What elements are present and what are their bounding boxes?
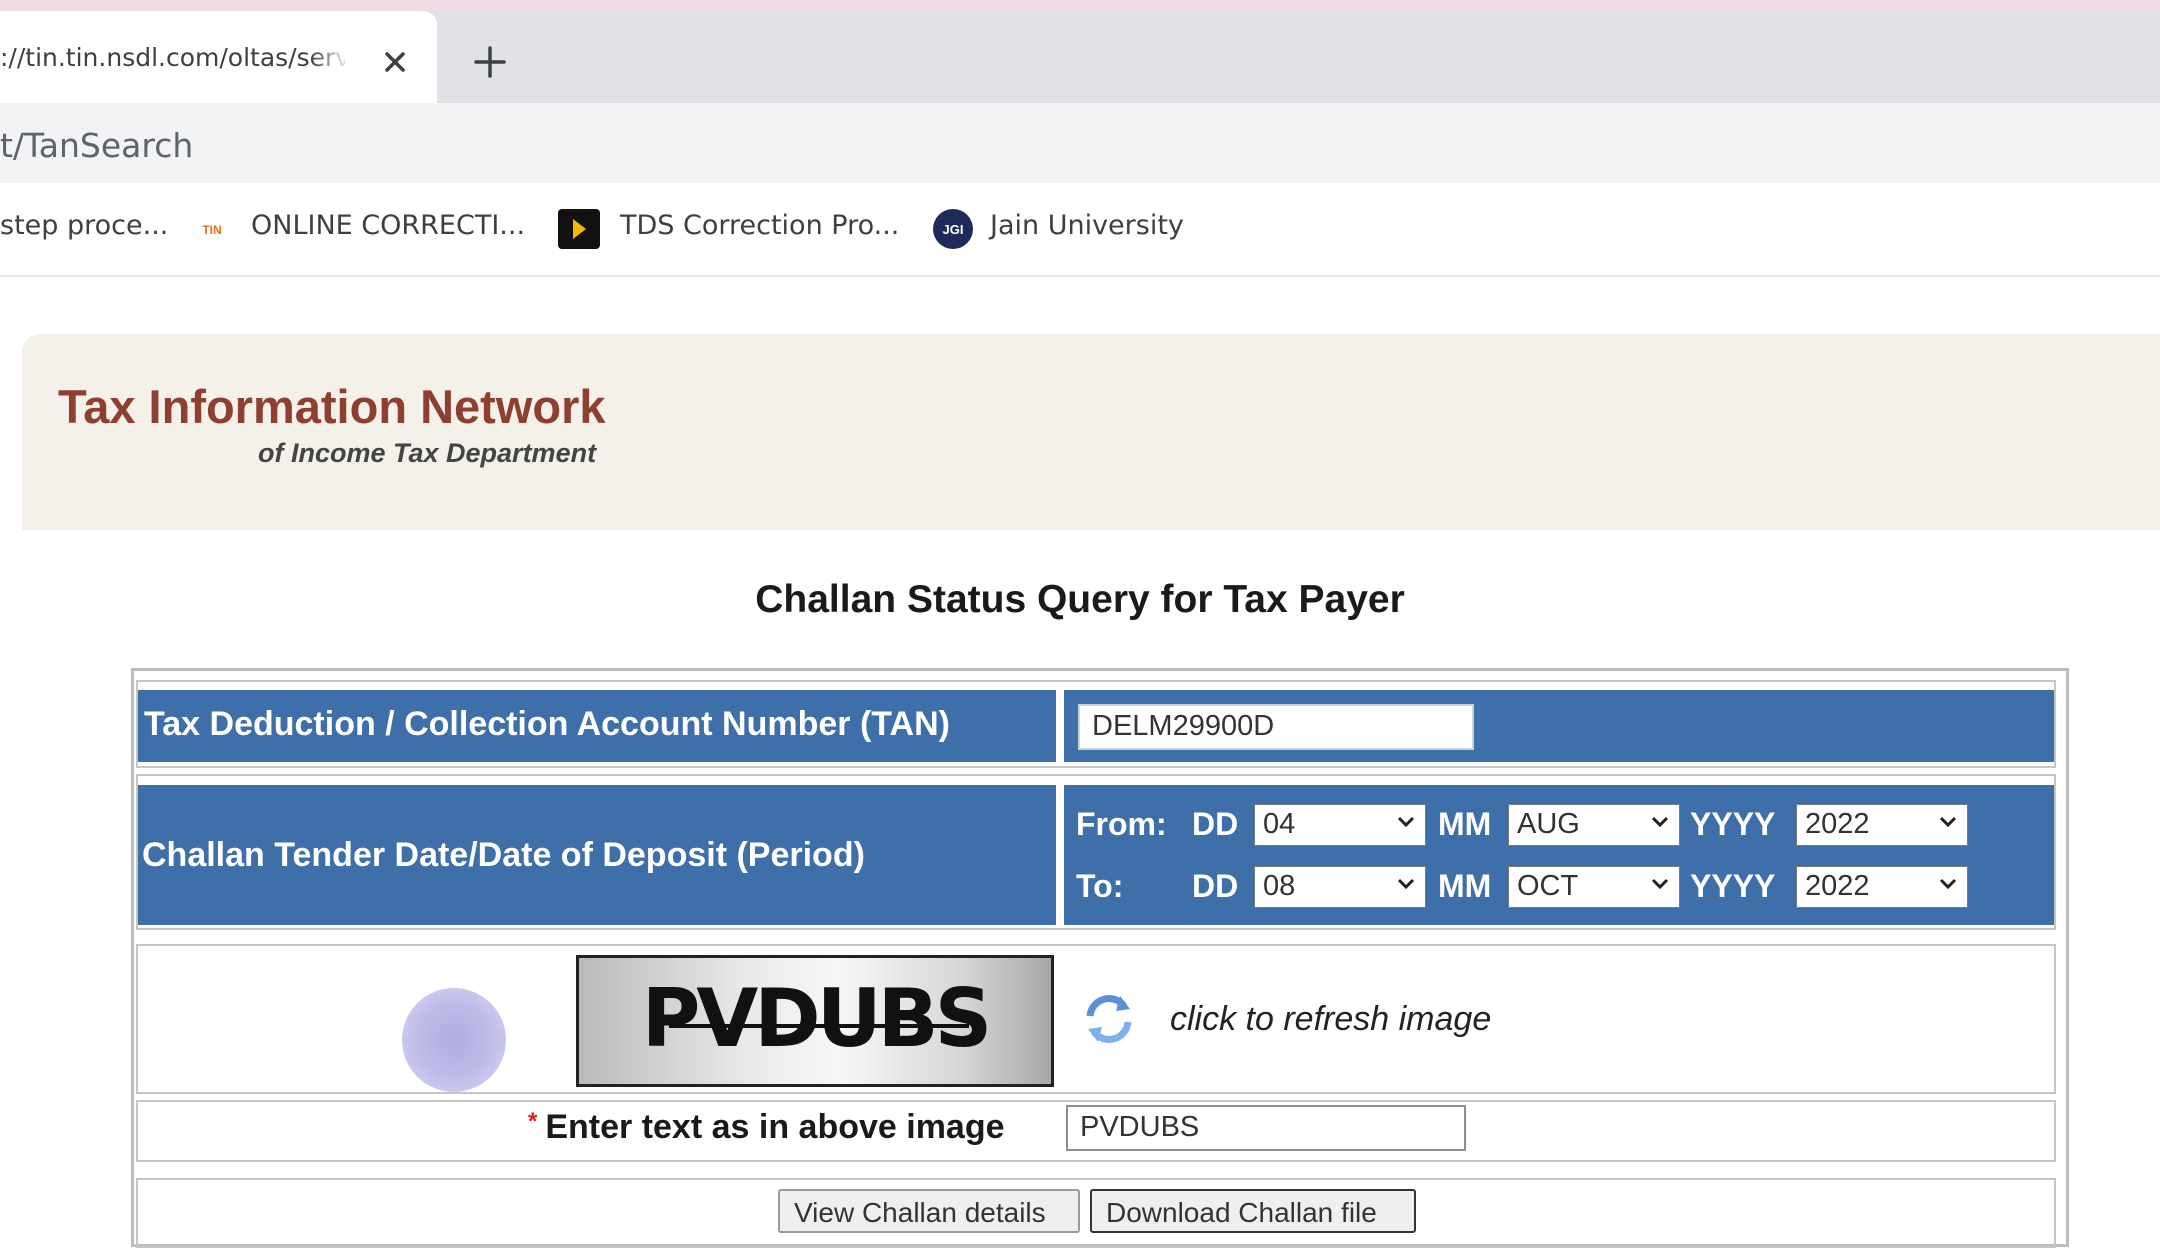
- captcha-input-label: * Enter text as in above image: [528, 1108, 1005, 1147]
- from-yyyy-label: YYYY: [1690, 806, 1776, 842]
- to-label: To:: [1076, 868, 1124, 904]
- to-dd-value: 08: [1263, 870, 1296, 902]
- tan-label: Tax Deduction / Collection Account Numbe…: [144, 705, 950, 743]
- site-subtitle: of Income Tax Department: [258, 438, 597, 468]
- url-text[interactable]: t/TanSearch: [0, 126, 193, 165]
- chevron-down-icon: [1939, 878, 1957, 890]
- svg-text:JGI: JGI: [943, 222, 964, 237]
- from-yyyy-value: 2022: [1805, 808, 1870, 840]
- refresh-image-link[interactable]: click to refresh image: [1170, 1000, 1491, 1039]
- from-yyyy-select[interactable]: 2022: [1796, 804, 1968, 846]
- tin-logo-icon: TIN: [196, 218, 228, 240]
- chevron-down-icon: [1651, 816, 1669, 828]
- play-bookmark-icon: [558, 209, 600, 249]
- captcha-text: PVDUBS: [641, 972, 993, 1065]
- from-dd-select[interactable]: 04: [1254, 804, 1426, 846]
- to-yyyy-select[interactable]: 2022: [1796, 866, 1968, 908]
- to-mm-value: OCT: [1517, 870, 1579, 902]
- bookmark-tds-correction[interactable]: TDS Correction Pro...: [620, 210, 899, 241]
- to-mm-label: MM: [1438, 868, 1492, 904]
- to-dd-label: DD: [1192, 868, 1239, 904]
- page-title: Challan Status Query for Tax Payer: [755, 578, 1405, 621]
- bookmark-step-process[interactable]: step proce...: [0, 210, 168, 241]
- new-tab-plus-icon[interactable]: [470, 42, 510, 82]
- from-dd-label: DD: [1192, 806, 1239, 842]
- tan-input[interactable]: DELM29900D: [1078, 704, 1474, 750]
- from-label: From:: [1076, 806, 1167, 842]
- address-bar[interactable]: [0, 103, 2160, 183]
- to-yyyy-value: 2022: [1805, 870, 1870, 902]
- tab-title: ://tin.tin.nsdl.com/oltas/servlet/TanSea…: [0, 43, 345, 72]
- from-dd-value: 04: [1263, 808, 1296, 840]
- captcha-image: PVDUBS: [576, 955, 1054, 1087]
- browser-tab-active[interactable]: ://tin.tin.nsdl.com/oltas/servlet/TanSea…: [0, 11, 437, 103]
- tab-title-fade: [310, 33, 350, 81]
- chevron-down-icon: [1397, 878, 1415, 890]
- from-mm-label: MM: [1438, 806, 1492, 842]
- to-yyyy-label: YYYY: [1690, 868, 1776, 904]
- bookmark-jain-university[interactable]: Jain University: [990, 210, 1184, 241]
- period-label: Challan Tender Date/Date of Deposit (Per…: [142, 836, 865, 874]
- refresh-icon[interactable]: [1080, 990, 1138, 1048]
- chevron-down-icon: [1651, 878, 1669, 890]
- chevron-down-icon: [1939, 816, 1957, 828]
- from-mm-select[interactable]: AUG: [1508, 804, 1680, 846]
- close-icon[interactable]: [380, 47, 410, 77]
- captcha-strike-line: [669, 1024, 969, 1028]
- download-challan-button[interactable]: Download Challan file: [1090, 1189, 1416, 1233]
- to-dd-select[interactable]: 08: [1254, 866, 1426, 908]
- to-mm-select[interactable]: OCT: [1508, 866, 1680, 908]
- captcha-input[interactable]: PVDUBS: [1066, 1105, 1466, 1151]
- chevron-down-icon: [1397, 816, 1415, 828]
- captcha-input-label-text: Enter text as in above image: [545, 1108, 1005, 1146]
- jgi-logo-icon: JGI: [933, 209, 973, 249]
- bookmark-online-correction[interactable]: ONLINE CORRECTI...: [251, 210, 525, 241]
- site-title: Tax Information Network: [58, 380, 606, 433]
- view-challan-button[interactable]: View Challan details: [778, 1189, 1080, 1233]
- mouse-cursor-highlight: [402, 988, 506, 1092]
- required-asterisk: *: [528, 1108, 538, 1135]
- svg-text:TIN: TIN: [202, 223, 221, 237]
- window-top-stripe: [0, 0, 2160, 11]
- from-mm-value: AUG: [1517, 808, 1580, 840]
